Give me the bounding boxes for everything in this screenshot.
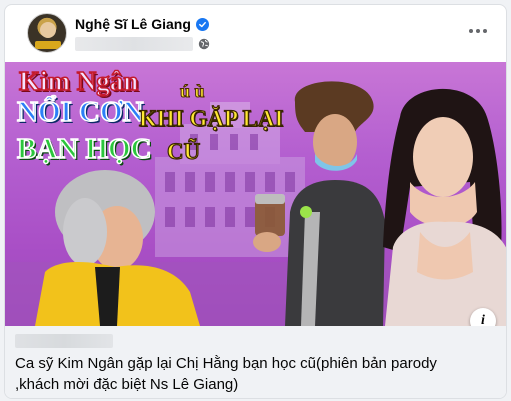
author-avatar[interactable] xyxy=(27,13,67,53)
more-options-button[interactable] xyxy=(466,19,490,43)
link-preview-title[interactable]: Ca sỹ Kim Ngân gặp lại Chị Hằng bạn học … xyxy=(15,353,485,395)
globe-icon[interactable] xyxy=(198,38,210,50)
thumbnail-title-line3: BẠN HỌC xyxy=(16,133,152,165)
verified-badge-icon xyxy=(195,17,209,31)
blurred-domain xyxy=(15,334,113,348)
video-thumbnail[interactable]: Kim Ngân ú ù NỔI CƠN KHI GẶP LẠI BẠN HỌC… xyxy=(5,62,506,326)
link-preview[interactable]: Ca sỹ Kim Ngân gặp lại Chị Hằng bạn học … xyxy=(5,326,506,398)
thumbnail-title-line2: NỔI CƠN xyxy=(16,96,144,128)
person-right-woman xyxy=(383,88,506,326)
avatar-face xyxy=(40,22,56,38)
post-meta-row xyxy=(75,37,210,51)
thumbnail-title-line3-small: CŨ xyxy=(166,139,201,164)
thumbnail-title-line1-small: ú ù xyxy=(180,81,206,101)
thumbnail-title-line1: Kim Ngân xyxy=(18,66,139,96)
blurred-timestamp xyxy=(75,37,193,51)
thumbnail-title-line2-small: KHI GẶP LẠI xyxy=(138,106,284,131)
post-card: Nghệ Sĩ Lê Giang Kim Ngân ú ù NỔI CƠN KH… xyxy=(4,4,507,399)
more-horizontal-icon xyxy=(469,29,487,33)
author-name[interactable]: Nghệ Sĩ Lê Giang xyxy=(75,16,191,32)
post-header: Nghệ Sĩ Lê Giang xyxy=(5,5,506,61)
author-name-row: Nghệ Sĩ Lê Giang xyxy=(75,16,209,32)
avatar-logo xyxy=(35,41,61,49)
